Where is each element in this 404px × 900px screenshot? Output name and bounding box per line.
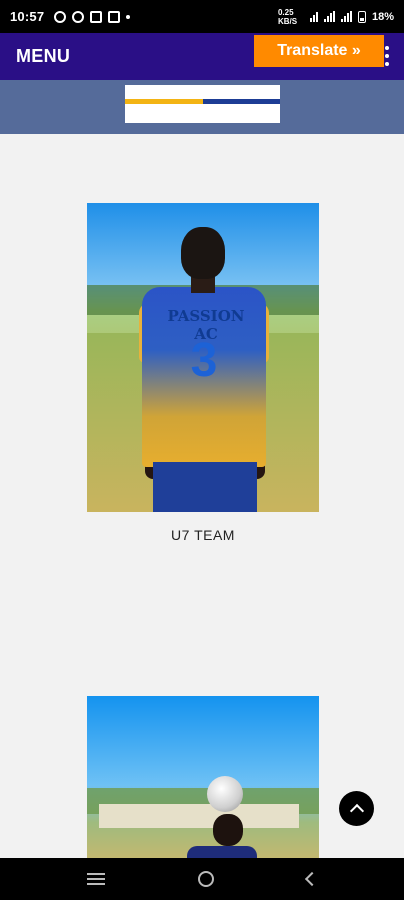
logo-band [0,80,404,134]
battery-icon [357,10,366,23]
player-shorts [153,462,257,512]
status-time: 10:57 [10,9,45,24]
football [207,776,243,812]
battery-level: 18% [371,10,394,23]
team-photo-u7[interactable]: PASSION AC 3 [87,203,319,512]
wifi-icon [309,11,318,22]
team-photo-2[interactable] [87,696,319,858]
signal-icon [323,11,335,22]
whatsapp-icon [54,10,67,23]
translate-button[interactable]: Translate » [254,35,384,67]
network-speed: 0.25 KB/S [277,7,298,26]
more-notifications-icon [126,14,131,19]
home-icon[interactable] [197,871,214,887]
scroll-to-top-button[interactable] [339,791,374,826]
logo-stripe-blue [203,99,280,104]
menu-button[interactable]: MENU [16,46,70,67]
player-body [187,846,257,858]
gallery-icon-2 [108,10,121,23]
logo-stripe-yellow [125,99,203,104]
player-head [213,814,243,846]
more-vert-icon[interactable] [384,46,390,66]
status-right: 0.25 KB/S 18% [278,8,394,26]
team-caption[interactable]: U7 TEAM [87,527,319,543]
chevron-up-icon [349,803,364,819]
jersey-number: 3 [190,334,218,387]
system-nav-bar [0,858,404,900]
gallery-icon [90,10,103,23]
app-notification-icon [72,10,85,23]
back-icon[interactable] [305,871,320,887]
photo-wall [99,804,299,828]
player-head [181,227,225,279]
site-logo[interactable] [125,85,280,123]
recents-icon[interactable] [86,873,105,885]
status-bar: 10:57 0.25 KB/S 18% [0,0,404,33]
site-header: MENU Translate » [0,33,404,80]
notification-icons [54,10,131,23]
signal-icon-2 [340,11,352,22]
